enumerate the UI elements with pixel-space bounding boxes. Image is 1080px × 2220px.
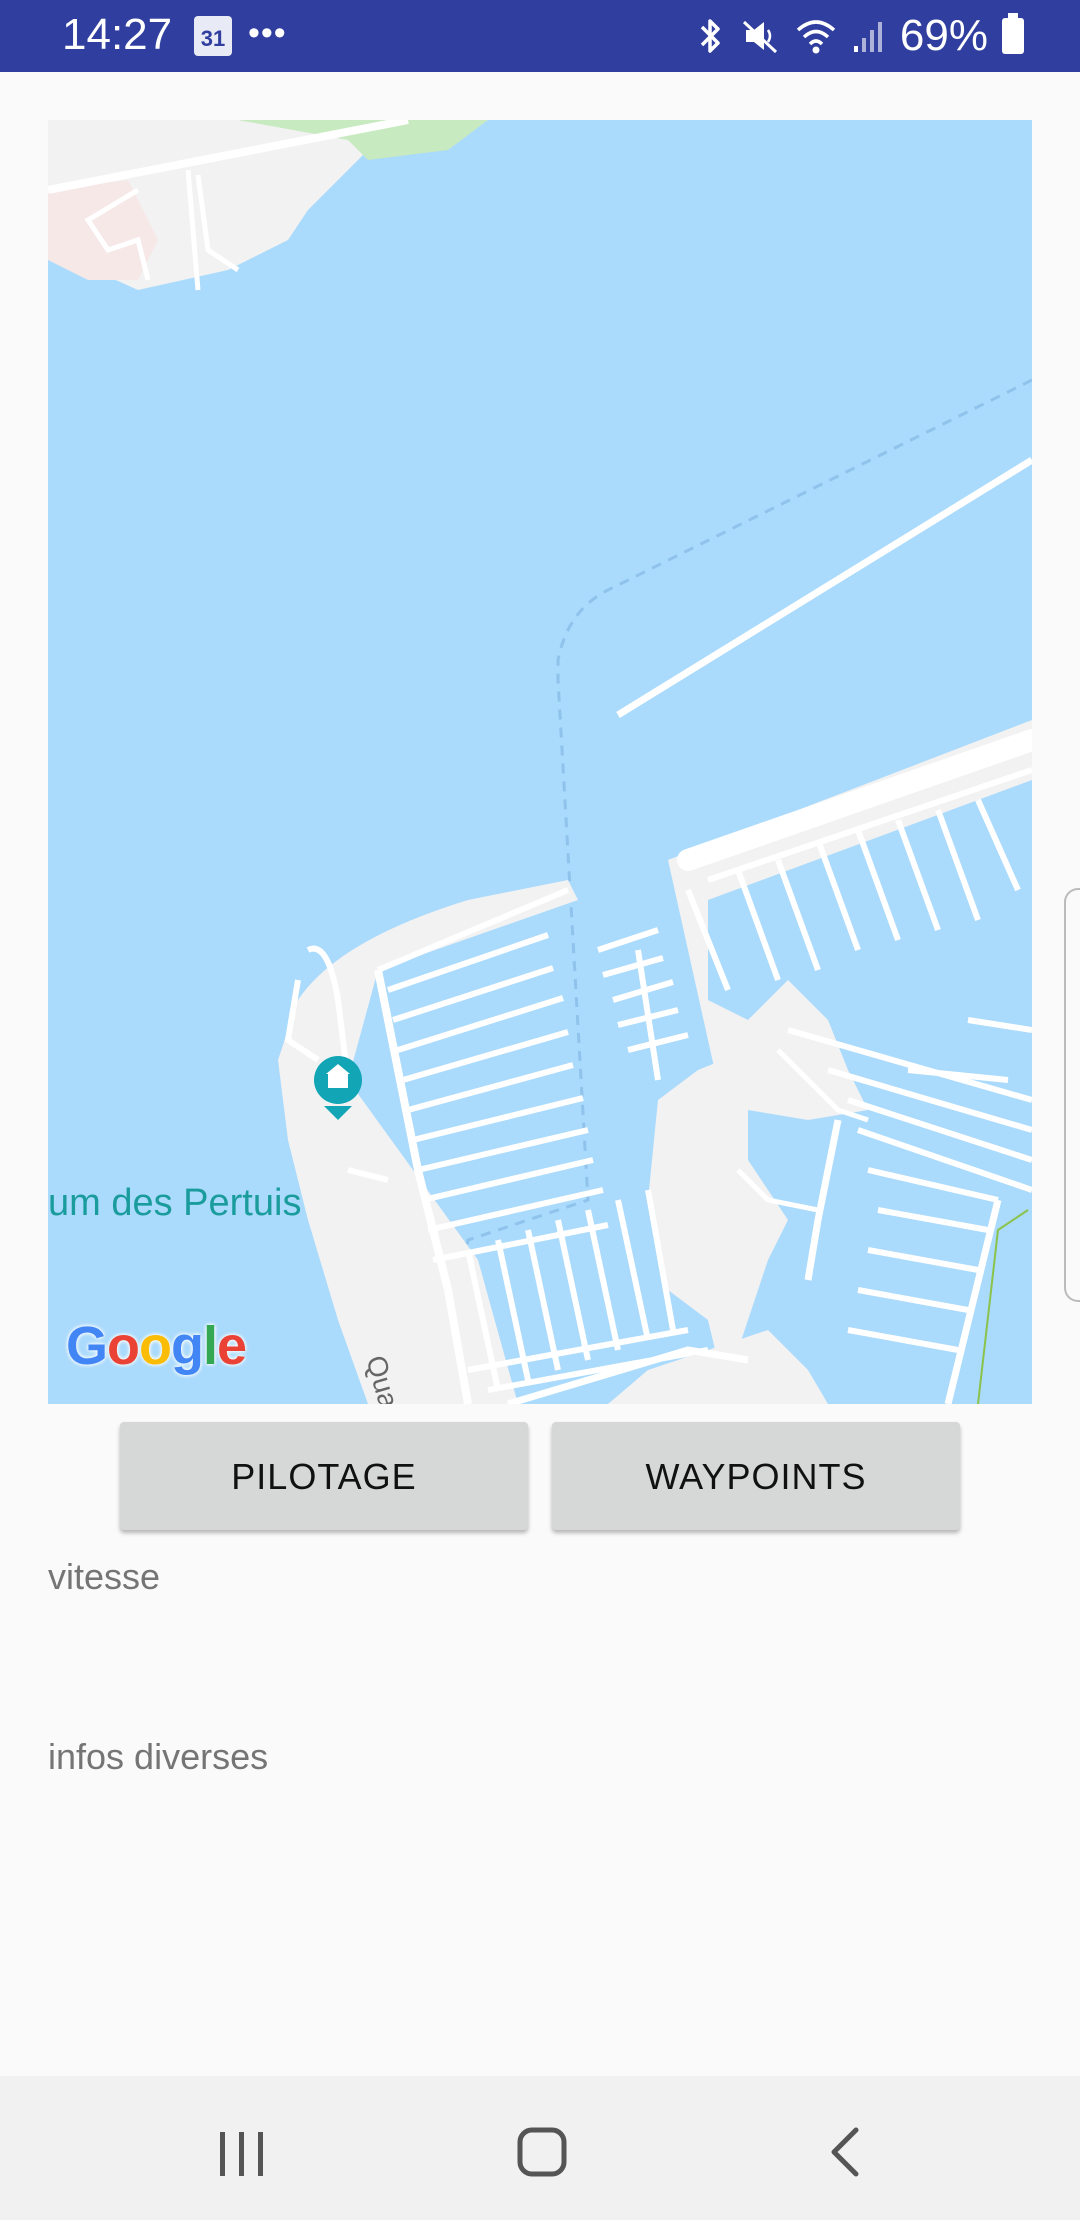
edge-panel-handle[interactable] — [1064, 888, 1080, 1302]
status-icons: 69% — [696, 10, 1024, 62]
speed-text: vitesse — [48, 1556, 161, 1597]
navigation-bar — [0, 2076, 1080, 2220]
google-logo-letter: e — [217, 1316, 247, 1376]
battery-percent: 69% — [899, 11, 988, 60]
wifi-icon — [796, 20, 836, 54]
back-icon[interactable] — [806, 2112, 886, 2192]
status-bar: 14:27 31 ••• 69% — [0, 0, 1080, 72]
info-text: infos diverses — [48, 1736, 269, 1777]
google-logo: Google — [66, 1315, 247, 1377]
mute-icon — [742, 20, 777, 54]
recents-icon[interactable] — [202, 2112, 282, 2192]
battery-icon — [1002, 13, 1024, 54]
poi-label[interactable]: um des Pertuis — [48, 1182, 301, 1225]
home-icon[interactable] — [502, 2112, 582, 2192]
pilotage-button[interactable]: PILOTAGE — [120, 1422, 528, 1530]
google-logo-letter: g — [171, 1316, 204, 1376]
waypoints-button[interactable]: WAYPOINTS — [552, 1422, 960, 1530]
google-logo-letter: o — [139, 1316, 172, 1376]
more-notifications-icon: ••• — [248, 14, 287, 52]
map-view[interactable]: um des Pertuis Quai du Lazaret Google — [48, 120, 1032, 1404]
google-logo-letter: G — [66, 1316, 108, 1376]
bluetooth-icon — [700, 19, 720, 53]
google-logo-letter: o — [107, 1316, 140, 1376]
calendar-icon: 31 — [194, 16, 232, 56]
google-logo-letter: l — [203, 1316, 218, 1376]
signal-icon — [853, 22, 882, 52]
status-time: 14:27 — [62, 10, 173, 59]
